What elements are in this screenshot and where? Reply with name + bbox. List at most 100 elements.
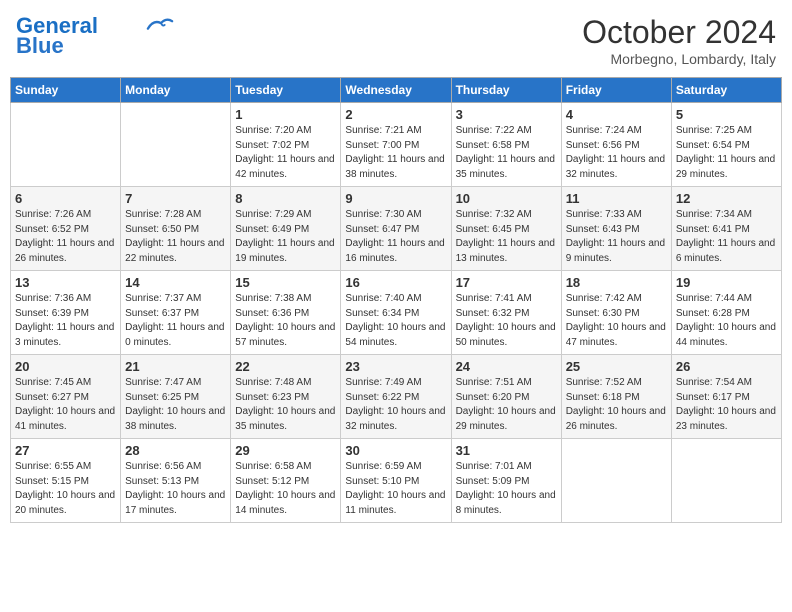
day-cell: 5 Sunrise: 7:25 AMSunset: 6:54 PMDaylight… xyxy=(671,103,781,187)
day-number: 26 xyxy=(676,359,777,374)
day-info: Sunrise: 7:45 AMSunset: 6:27 PMDaylight:… xyxy=(15,376,116,434)
day-cell: 4Sunrise: 7:24 AMSunset: 6:56 PMDaylight… xyxy=(561,103,671,187)
day-number: 22 xyxy=(235,359,336,374)
day-cell: 15 Sunrise: 7:38 AMSunset: 6:36 PMDayligh… xyxy=(231,271,341,355)
day-info: Sunrise: 7:37 AMSunset: 6:37 PMDaylight:… xyxy=(125,292,226,350)
day-info: Sunrise: 7:51 AMSunset: 6:20 PMDaylight:… xyxy=(456,376,557,434)
day-info: Sunrise: 7:52 AMSunset: 6:18 PMDaylight:… xyxy=(566,376,667,434)
day-cell: 31 Sunrise: 7:01 AMSunset: 5:09 PMDayligh… xyxy=(451,439,561,523)
day-header-thursday: Thursday xyxy=(451,78,561,103)
day-cell: 16 Sunrise: 7:40 AMSunset: 6:34 PMDayligh… xyxy=(341,271,451,355)
day-info: Sunrise: 7:33 AMSunset: 6:43 PMDaylight:… xyxy=(566,208,667,266)
day-info: Sunrise: 7:40 AMSunset: 6:34 PMDaylight:… xyxy=(345,292,446,350)
day-info: Sunrise: 7:26 AMSunset: 6:52 PMDaylight:… xyxy=(15,208,116,266)
day-number: 18 xyxy=(566,275,667,290)
week-row-5: 27 Sunrise: 6:55 AMSunset: 5:15 PMDayligh… xyxy=(11,439,782,523)
day-header-wednesday: Wednesday xyxy=(341,78,451,103)
week-row-3: 13 Sunrise: 7:36 AMSunset: 6:39 PMDayligh… xyxy=(11,271,782,355)
header-row: SundayMondayTuesdayWednesdayThursdayFrid… xyxy=(11,78,782,103)
day-info: Sunrise: 7:54 AMSunset: 6:17 PMDaylight:… xyxy=(676,376,777,434)
day-number: 15 xyxy=(235,275,336,290)
day-header-sunday: Sunday xyxy=(11,78,121,103)
day-cell: 8 Sunrise: 7:29 AMSunset: 6:49 PMDaylight… xyxy=(231,187,341,271)
day-cell: 30 Sunrise: 6:59 AMSunset: 5:10 PMDayligh… xyxy=(341,439,451,523)
day-info: Sunrise: 7:49 AMSunset: 6:22 PMDaylight:… xyxy=(345,376,446,434)
day-cell: 13 Sunrise: 7:36 AMSunset: 6:39 PMDayligh… xyxy=(11,271,121,355)
day-info: Sunrise: 6:56 AMSunset: 5:13 PMDaylight:… xyxy=(125,460,226,518)
day-number: 11 xyxy=(566,191,667,206)
day-cell: 18 Sunrise: 7:42 AMSunset: 6:30 PMDayligh… xyxy=(561,271,671,355)
day-cell: 14 Sunrise: 7:37 AMSunset: 6:37 PMDayligh… xyxy=(121,271,231,355)
day-info: Sunrise: 7:24 AMSunset: 6:56 PMDaylight:… xyxy=(566,124,667,182)
day-cell: 12Sunrise: 7:34 AMSunset: 6:41 PMDayligh… xyxy=(671,187,781,271)
day-info: Sunrise: 7:42 AMSunset: 6:30 PMDaylight:… xyxy=(566,292,667,350)
month-title: October 2024 xyxy=(582,14,776,51)
day-cell xyxy=(561,439,671,523)
day-info: Sunrise: 7:32 AMSunset: 6:45 PMDaylight:… xyxy=(456,208,557,266)
logo-text-blue: Blue xyxy=(16,34,64,58)
day-info: Sunrise: 7:01 AMSunset: 5:09 PMDaylight:… xyxy=(456,460,557,518)
day-number: 25 xyxy=(566,359,667,374)
week-row-4: 20Sunrise: 7:45 AMSunset: 6:27 PMDayligh… xyxy=(11,355,782,439)
day-cell: 21Sunrise: 7:47 AMSunset: 6:25 PMDayligh… xyxy=(121,355,231,439)
day-cell: 27 Sunrise: 6:55 AMSunset: 5:15 PMDayligh… xyxy=(11,439,121,523)
day-number: 8 xyxy=(235,191,336,206)
day-cell xyxy=(11,103,121,187)
day-number: 16 xyxy=(345,275,446,290)
day-info: Sunrise: 7:25 AMSunset: 6:54 PMDaylight:… xyxy=(676,124,777,182)
day-info: Sunrise: 6:59 AMSunset: 5:10 PMDaylight:… xyxy=(345,460,446,518)
day-info: Sunrise: 7:29 AMSunset: 6:49 PMDaylight:… xyxy=(235,208,336,266)
day-cell: 3Sunrise: 7:22 AMSunset: 6:58 PMDaylight… xyxy=(451,103,561,187)
day-number: 5 xyxy=(676,107,777,122)
day-cell: 28 Sunrise: 6:56 AMSunset: 5:13 PMDayligh… xyxy=(121,439,231,523)
day-number: 3 xyxy=(456,107,557,122)
day-header-saturday: Saturday xyxy=(671,78,781,103)
logo: General Blue xyxy=(16,14,174,58)
day-cell: 29 Sunrise: 6:58 AMSunset: 5:12 PMDayligh… xyxy=(231,439,341,523)
day-number: 21 xyxy=(125,359,226,374)
day-cell xyxy=(671,439,781,523)
day-number: 1 xyxy=(235,107,336,122)
day-number: 28 xyxy=(125,443,226,458)
day-number: 10 xyxy=(456,191,557,206)
day-number: 27 xyxy=(15,443,116,458)
day-info: Sunrise: 7:41 AMSunset: 6:32 PMDaylight:… xyxy=(456,292,557,350)
day-info: Sunrise: 7:48 AMSunset: 6:23 PMDaylight:… xyxy=(235,376,336,434)
day-cell: 11 Sunrise: 7:33 AMSunset: 6:43 PMDayligh… xyxy=(561,187,671,271)
day-number: 2 xyxy=(345,107,446,122)
day-cell: 25 Sunrise: 7:52 AMSunset: 6:18 PMDayligh… xyxy=(561,355,671,439)
day-info: Sunrise: 7:36 AMSunset: 6:39 PMDaylight:… xyxy=(15,292,116,350)
title-block: October 2024 Morbegno, Lombardy, Italy xyxy=(582,14,776,67)
day-cell: 2 Sunrise: 7:21 AMSunset: 7:00 PMDaylight… xyxy=(341,103,451,187)
day-cell: 20Sunrise: 7:45 AMSunset: 6:27 PMDayligh… xyxy=(11,355,121,439)
day-cell: 23Sunrise: 7:49 AMSunset: 6:22 PMDayligh… xyxy=(341,355,451,439)
day-cell: 24Sunrise: 7:51 AMSunset: 6:20 PMDayligh… xyxy=(451,355,561,439)
day-number: 30 xyxy=(345,443,446,458)
day-number: 12 xyxy=(676,191,777,206)
day-number: 17 xyxy=(456,275,557,290)
week-row-2: 6 Sunrise: 7:26 AMSunset: 6:52 PMDaylight… xyxy=(11,187,782,271)
day-number: 19 xyxy=(676,275,777,290)
day-header-monday: Monday xyxy=(121,78,231,103)
day-cell: 9Sunrise: 7:30 AMSunset: 6:47 PMDaylight… xyxy=(341,187,451,271)
day-cell: 22 Sunrise: 7:48 AMSunset: 6:23 PMDayligh… xyxy=(231,355,341,439)
day-info: Sunrise: 7:38 AMSunset: 6:36 PMDaylight:… xyxy=(235,292,336,350)
day-cell: 10 Sunrise: 7:32 AMSunset: 6:45 PMDayligh… xyxy=(451,187,561,271)
day-number: 6 xyxy=(15,191,116,206)
day-header-friday: Friday xyxy=(561,78,671,103)
day-number: 7 xyxy=(125,191,226,206)
day-number: 14 xyxy=(125,275,226,290)
day-number: 9 xyxy=(345,191,446,206)
day-cell: 6 Sunrise: 7:26 AMSunset: 6:52 PMDaylight… xyxy=(11,187,121,271)
day-header-tuesday: Tuesday xyxy=(231,78,341,103)
day-number: 29 xyxy=(235,443,336,458)
day-cell: 17 Sunrise: 7:41 AMSunset: 6:32 PMDayligh… xyxy=(451,271,561,355)
day-info: Sunrise: 6:58 AMSunset: 5:12 PMDaylight:… xyxy=(235,460,336,518)
day-cell: 1Sunrise: 7:20 AMSunset: 7:02 PMDaylight… xyxy=(231,103,341,187)
day-info: Sunrise: 7:21 AMSunset: 7:00 PMDaylight:… xyxy=(345,124,446,182)
day-number: 31 xyxy=(456,443,557,458)
day-info: Sunrise: 7:44 AMSunset: 6:28 PMDaylight:… xyxy=(676,292,777,350)
calendar-table: SundayMondayTuesdayWednesdayThursdayFrid… xyxy=(10,77,782,523)
day-info: Sunrise: 6:55 AMSunset: 5:15 PMDaylight:… xyxy=(15,460,116,518)
day-number: 13 xyxy=(15,275,116,290)
